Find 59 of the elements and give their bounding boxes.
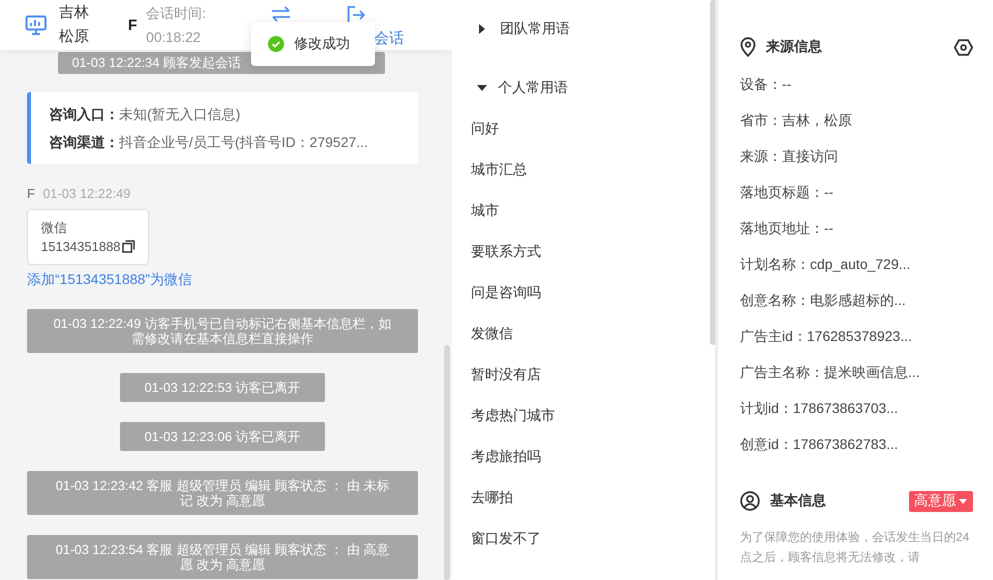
user-circle-icon xyxy=(740,491,760,511)
source-field: 落地页地址：-- xyxy=(740,219,993,238)
phrase-item[interactable]: 窗口发不了 xyxy=(471,528,541,548)
message-time: 01-03 12:22:49 xyxy=(42,186,130,201)
phrase-item[interactable]: 发微信 xyxy=(471,323,513,343)
source-field: 计划id：178673863703... xyxy=(740,399,993,418)
phrase-item[interactable]: 问是咨询吗 xyxy=(471,282,541,302)
system-message: 01-03 12:22:49 访客手机号已自动标记右侧基本信息栏，如需修改请在基本信息栏直接操作 xyxy=(27,309,418,353)
phrase-item[interactable]: 考虑旅拍吗 xyxy=(471,446,541,466)
customer-name: 吉林松原 xyxy=(59,3,90,47)
phrase-item[interactable]: 考虑热门城市 xyxy=(471,405,555,425)
notice-text: 为了保障您的使用体验，会话发生当日的24点之后，顾客信息将无法修改，请 xyxy=(740,529,970,566)
check-circle-icon xyxy=(268,36,284,52)
phrase-item[interactable]: 问好 xyxy=(471,118,499,138)
source-field: 来源：直接访问 xyxy=(740,147,993,166)
add-wechat-link[interactable]: 添加“15134351888”为微信 xyxy=(27,271,192,289)
session-time: 会话时间: 00:18:22 xyxy=(146,4,206,47)
source-field: 计划名称：cdp_auto_729... xyxy=(740,255,993,274)
group-title: 团队常用语 xyxy=(500,20,570,38)
source-field: 创意名称：电影感超标的... xyxy=(740,291,993,310)
source-field: 广告主名称：提米映画信息... xyxy=(740,363,993,382)
source-field: 创意id：178673862783... xyxy=(740,435,993,454)
system-message: 01-03 12:22:53 访客已离开 xyxy=(120,373,325,402)
phrase-group[interactable]: 团队常用语 xyxy=(477,19,570,39)
scrollbar-thumb[interactable] xyxy=(710,0,715,345)
phrase-group[interactable]: 个人常用语 xyxy=(477,78,568,98)
caret-down-icon xyxy=(959,498,967,504)
phrase-item[interactable]: 要联系方式 xyxy=(471,241,541,261)
phrase-item[interactable]: 暂时没有店 xyxy=(471,364,541,384)
location-pin-icon xyxy=(740,37,756,57)
transfer-icon[interactable] xyxy=(271,6,291,22)
card-value: 15134351888 xyxy=(41,238,121,256)
monitor-icon xyxy=(25,15,47,35)
exit-icon[interactable] xyxy=(347,6,365,24)
end-session-button[interactable]: 会话 xyxy=(374,29,404,48)
sender-name: F xyxy=(27,186,35,201)
copy-icon[interactable] xyxy=(122,240,135,253)
card-title: 微信 xyxy=(41,219,68,237)
source-field: 广告主id：176285378923... xyxy=(740,327,993,346)
info-label: 咨询渠道： xyxy=(49,133,119,152)
system-message: 01-03 12:23:54 客服 超级管理员 编辑 顾客状态 ： 由 高意愿 改为 高意愿 xyxy=(27,535,418,579)
section-title: 基本信息 xyxy=(770,492,827,510)
source-field: 省市：吉林，松原 xyxy=(740,111,993,130)
customer-gender: F xyxy=(128,16,138,34)
phrase-item[interactable]: 城市 xyxy=(471,200,499,220)
group-title: 个人常用语 xyxy=(498,79,568,97)
section-title: 来源信息 xyxy=(766,38,823,56)
source-field: 落地页标题：-- xyxy=(740,183,993,202)
source-field: 设备：-- xyxy=(740,75,993,94)
toast-message: 修改成功 xyxy=(294,35,350,53)
settings-icon[interactable] xyxy=(954,38,973,56)
phrase-item[interactable]: 城市汇总 xyxy=(471,159,527,179)
scrollbar-thumb[interactable] xyxy=(444,345,450,580)
system-message: 01-03 12:23:42 客服 超级管理员 编辑 顾客状态 ： 由 未标记 改为 高意愿 xyxy=(27,471,418,515)
info-value: 抖音企业号/员工号(抖音号ID：279527... xyxy=(119,133,368,152)
phrase-item[interactable]: 去哪拍 xyxy=(471,487,513,507)
info-value: 未知(暂无入口信息) xyxy=(119,105,240,124)
info-label: 咨询入口： xyxy=(49,105,119,124)
system-message: 01-03 12:23:06 访客已离开 xyxy=(120,422,325,451)
